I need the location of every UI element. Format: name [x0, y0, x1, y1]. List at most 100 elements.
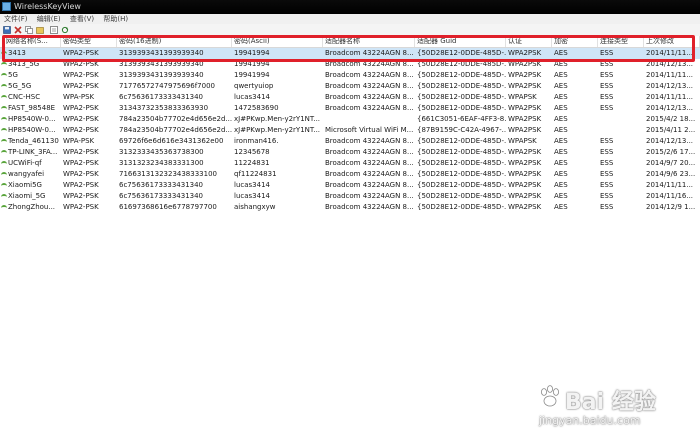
cell-last-modified: 2014/12/9 1... [646, 203, 696, 211]
properties-icon[interactable] [50, 26, 58, 34]
table-row[interactable]: Tenda_461130 WPA-PSK 69726f6e6d616e34313… [0, 136, 700, 147]
cell-last-modified: 2014/12/13... [646, 104, 694, 112]
cell-encryption: AES [554, 93, 568, 101]
cell-encryption: AES [554, 126, 568, 134]
cell-encryption: AES [554, 104, 568, 112]
cell-connection-type: ESS [600, 181, 614, 189]
cell-connection-type: ESS [600, 203, 614, 211]
cell-network-name: CNC-HSC [8, 93, 41, 101]
table-row[interactable]: TP-LINK_3FA... WPA2-PSK 3132333435363738… [0, 147, 700, 158]
menu-help[interactable]: 帮助(H) [100, 14, 131, 24]
cell-last-modified: 2015/4/2 18... [646, 115, 696, 123]
table-row[interactable]: Xiaomi_5G WPA2-PSK 6c75636173333431340 l… [0, 191, 700, 202]
export-icon[interactable] [36, 26, 44, 34]
cell-encryption: AES [554, 159, 568, 167]
menu-bar: 文件(F) 编辑(E) 查看(V) 帮助(H) [0, 14, 700, 24]
cell-last-modified: 2015/4/11 2... [646, 126, 696, 134]
cell-authentication: WPAPSK [508, 137, 537, 145]
cell-key-ascii: 11224831 [234, 159, 270, 167]
cell-last-modified: 2014/9/7 20... [646, 159, 696, 167]
cell-adapter-name: Broadcom 43224AGN 8... [325, 71, 414, 79]
cell-connection-type: ESS [600, 159, 614, 167]
cell-key-type: WPA2-PSK [63, 71, 99, 79]
cell-connection-type: ESS [600, 93, 614, 101]
cell-authentication: WPA2PSK [508, 71, 542, 79]
cell-key-type: WPA2-PSK [63, 148, 99, 156]
cell-adapter-name [323, 114, 415, 125]
menu-edit[interactable]: 编辑(E) [34, 14, 64, 24]
table-row[interactable]: ZhongZhou... WPA2-PSK 61697368616e677879… [0, 202, 700, 213]
cell-adapter-name: Microsoft Virtual WiFi M... [325, 126, 414, 134]
cell-key-hex: 784a23504b77702e4d656e2d... [119, 115, 232, 123]
table-row[interactable]: wangyafei WPA2-PSK 716631313232343833310… [0, 169, 700, 180]
table-row[interactable]: 5G_5G WPA2-PSK 71776572747975696f7000 qw… [0, 81, 700, 92]
cell-adapter-guid: {50D28E12-0DDE-485D-... [417, 82, 506, 90]
cell-key-ascii: qf11224831 [234, 170, 277, 178]
menu-file[interactable]: 文件(F) [1, 14, 31, 24]
cell-authentication: WPA2PSK [508, 126, 542, 134]
cell-key-ascii: lucas3414 [234, 192, 270, 200]
watermark: Bai 经验 jingyan.baidu.com [537, 380, 697, 440]
cell-network-name: wangyafei [8, 170, 45, 178]
cell-network-name: HP8540W-0... [8, 115, 56, 123]
cell-adapter-name: Broadcom 43224AGN 8... [325, 192, 414, 200]
table-row[interactable]: CNC-HSC WPA-PSK 6c75636173333431340 luca… [0, 92, 700, 103]
cell-adapter-name: Broadcom 43224AGN 8... [325, 93, 414, 101]
delete-icon[interactable] [14, 26, 22, 34]
table-row[interactable]: FAST_98548E WPA2-PSK 3134373235383336393… [0, 103, 700, 114]
cell-key-type: WPA2-PSK [63, 203, 99, 211]
cell-encryption: AES [554, 181, 568, 189]
cell-authentication: WPAPSK [508, 93, 537, 101]
cell-network-name: 5G_5G [8, 82, 32, 90]
cell-network-name: 5G [8, 71, 18, 79]
cell-connection-type: ESS [600, 170, 614, 178]
cell-adapter-name: Broadcom 43224AGN 8... [325, 104, 414, 112]
cell-key-hex: 3139393431393939340 [119, 71, 204, 79]
table-row[interactable]: HP8540W-0... WPA2-PSK 784a23504b77702e4d… [0, 114, 700, 125]
cell-key-ascii: ironman416. [234, 137, 279, 145]
cell-encryption: AES [554, 71, 568, 79]
cell-network-name: ZhongZhou... [8, 203, 56, 211]
cell-adapter-guid: {50D28E12-0DDE-485D-... [417, 170, 506, 178]
cell-authentication: WPA2PSK [508, 148, 542, 156]
cell-encryption: AES [554, 115, 568, 123]
menu-view[interactable]: 查看(V) [67, 14, 97, 24]
cell-key-hex: 69726f6e6d616e3431362e00 [119, 137, 224, 145]
cell-authentication: WPA2PSK [508, 159, 542, 167]
cell-key-type: WPA2-PSK [63, 104, 99, 112]
cell-adapter-guid: {87B9159C-C42A-4967-... [417, 126, 506, 134]
window-title: WirelessKeyView [14, 2, 81, 11]
cell-connection-type: ESS [600, 137, 614, 145]
refresh-icon[interactable] [61, 26, 69, 34]
cell-adapter-guid: {50D28E12-0DDE-485D-... [417, 159, 506, 167]
cell-adapter-guid: {50D28E12-0DDE-485D-... [417, 71, 506, 79]
copy-icon[interactable] [25, 26, 33, 34]
cell-key-type: WPA2-PSK [63, 192, 99, 200]
cell-encryption: AES [554, 203, 568, 211]
title-bar: WirelessKeyView [0, 0, 700, 14]
cell-last-modified: 2014/12/13... [646, 82, 694, 90]
table-row[interactable]: Xiaomi5G WPA2-PSK 6c75636173333431340 lu… [0, 180, 700, 191]
cell-key-ascii: lucas3414 [234, 93, 270, 101]
table-row[interactable]: UCWiFi-qf WPA2-PSK 3131323234383331300 1… [0, 158, 700, 169]
cell-key-type: WPA2-PSK [63, 181, 99, 189]
table-row[interactable]: 5G WPA2-PSK 3139393431393939340 19941994… [0, 70, 700, 81]
cell-connection-type: ESS [600, 148, 614, 156]
cell-adapter-name: Broadcom 43224AGN 8... [325, 181, 414, 189]
cell-key-type: WPA2-PSK [63, 82, 99, 90]
cell-connection-type: ESS [600, 192, 614, 200]
cell-last-modified: 2014/12/13... [646, 137, 694, 145]
network-list: 3413 WPA2-PSK 3139393431393939340 199419… [0, 48, 700, 213]
cell-connection-type: ESS [600, 104, 614, 112]
table-row[interactable]: HP8540W-0... WPA2-PSK 784a23504b77702e4d… [0, 125, 700, 136]
cell-encryption: AES [554, 148, 568, 156]
cell-key-ascii: 12345678 [234, 148, 270, 156]
cell-adapter-name: Broadcom 43224AGN 8... [325, 203, 414, 211]
cell-adapter-guid: {50D28E12-0DDE-485D-... [417, 104, 506, 112]
cell-authentication: WPA2PSK [508, 181, 542, 189]
cell-encryption: AES [554, 137, 568, 145]
cell-key-type: WPA2-PSK [63, 159, 99, 167]
cell-network-name: TP-LINK_3FA... [8, 148, 58, 156]
save-icon[interactable] [3, 26, 11, 34]
cell-last-modified: 2014/11/16... [646, 192, 694, 200]
